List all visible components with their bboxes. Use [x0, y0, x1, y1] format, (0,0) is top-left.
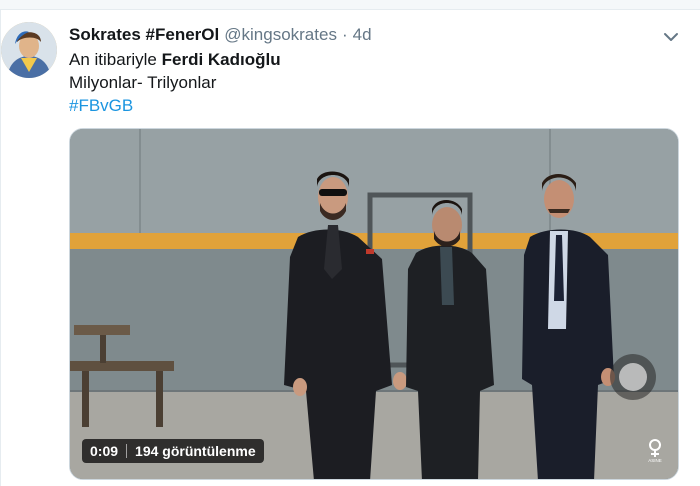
timeline-divider	[0, 0, 700, 10]
video-info-badge: 0:09 194 görüntülenme	[82, 439, 264, 463]
tweet-text: An itibariyle	[69, 50, 162, 69]
hashtag[interactable]: #FBvGB	[69, 96, 133, 115]
tweet-timestamp[interactable]: 4d	[353, 25, 372, 45]
pip-button-knob	[619, 363, 647, 391]
tweet-header: Sokrates #FenerOl @kingsokrates · 4d	[69, 25, 680, 47]
author-name[interactable]: Sokrates #FenerOl	[69, 25, 219, 45]
author-handle[interactable]: @kingsokrates	[224, 25, 337, 45]
tweet-text-bold: Ferdi Kadıoğlu	[161, 50, 281, 69]
avatar[interactable]	[1, 22, 57, 78]
pip-button-icon[interactable]	[610, 354, 656, 400]
badge-divider	[126, 444, 128, 458]
tweet-text-line: An itibariyle Ferdi Kadıoğlu	[69, 49, 281, 71]
hashtag-link[interactable]: #FBvGB	[69, 95, 133, 117]
channel-logo-icon: ASINE	[644, 437, 666, 463]
tweet-text-line-2: Milyonlar- Trilyonlar	[69, 73, 217, 92]
video-view-count: 194 görüntülenme	[135, 443, 256, 459]
tweet[interactable]: Sokrates #FenerOl @kingsokrates · 4d An …	[0, 10, 700, 486]
watermark-label: ASINE	[648, 458, 662, 463]
separator-dot: ·	[341, 25, 348, 44]
chevron-down-icon[interactable]	[662, 30, 680, 44]
video-frame	[70, 129, 678, 479]
video-duration: 0:09	[90, 443, 119, 459]
video-player[interactable]: 0:09 194 görüntülenme ASINE	[69, 128, 679, 480]
avatar-image	[1, 22, 57, 78]
